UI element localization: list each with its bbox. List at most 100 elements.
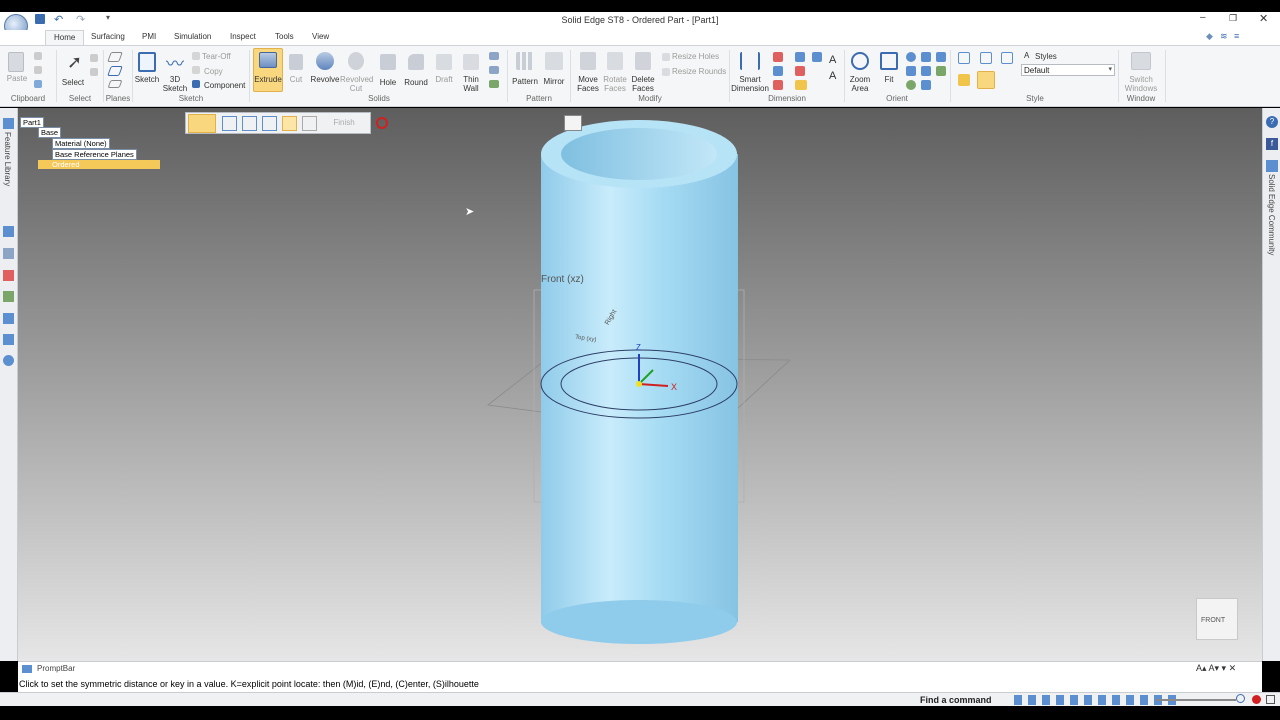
- tree-ordered-row[interactable]: Ordered: [38, 160, 160, 169]
- step-5-icon[interactable]: [302, 116, 317, 131]
- solids-extra1-icon[interactable]: [489, 52, 499, 60]
- round-icon[interactable]: [408, 54, 424, 70]
- tab-home[interactable]: Home: [45, 30, 85, 46]
- screen-icon[interactable]: [1266, 695, 1275, 704]
- shaded-edges-icon[interactable]: [977, 71, 995, 89]
- step-3-icon[interactable]: [262, 116, 277, 131]
- sketch3d-label-2[interactable]: Sketch: [161, 84, 189, 93]
- community-tab[interactable]: Solid Edge Community: [1267, 174, 1276, 255]
- zoom-slider[interactable]: [1156, 699, 1236, 701]
- revolved-cut-icon[interactable]: [348, 52, 364, 70]
- parts-icon[interactable]: [3, 270, 14, 281]
- tab-inspect[interactable]: Inspect: [230, 32, 256, 41]
- orient-tool-2-icon[interactable]: [906, 66, 916, 76]
- zoom-area-label-1[interactable]: Zoom: [847, 75, 873, 84]
- tree-base-row[interactable]: Base: [38, 127, 62, 138]
- view-style-1-icon[interactable]: [958, 52, 970, 64]
- step-4-icon[interactable]: [282, 116, 297, 131]
- switch-windows-label-1[interactable]: Switch: [1124, 75, 1158, 84]
- fit-icon[interactable]: [880, 52, 898, 70]
- sketch-3d-icon[interactable]: 〰: [166, 50, 184, 76]
- shaded-icon[interactable]: [958, 74, 970, 86]
- copy-icon[interactable]: [192, 66, 200, 74]
- cancel-icon[interactable]: [376, 117, 388, 129]
- diamond-icon[interactable]: ◆: [1206, 31, 1213, 42]
- orient-tool-1-icon[interactable]: [906, 52, 916, 62]
- cut-icon[interactable]: [289, 54, 303, 70]
- restore-icon[interactable]: ❐: [1229, 13, 1237, 24]
- dim-tool-5-icon[interactable]: [795, 66, 805, 76]
- pattern-label[interactable]: Pattern: [510, 77, 540, 86]
- delete-faces-icon[interactable]: [635, 52, 651, 70]
- move-faces-label-1[interactable]: Move: [575, 75, 601, 84]
- revolve-icon[interactable]: [316, 52, 334, 70]
- thin-wall-icon[interactable]: [463, 54, 479, 70]
- plane-offset-icon[interactable]: [107, 80, 123, 88]
- copy-small-icon[interactable]: [34, 66, 42, 74]
- community-icon[interactable]: [1266, 160, 1278, 172]
- smart-dim-label-1[interactable]: Smart: [735, 75, 765, 84]
- resize-rounds-icon[interactable]: [662, 68, 670, 76]
- dim-tool-6-icon[interactable]: [795, 80, 807, 90]
- mirror-icon[interactable]: [545, 52, 563, 70]
- thin-wall-label-2[interactable]: Wall: [458, 84, 484, 93]
- smart-dim-label-2[interactable]: Dimension: [731, 84, 769, 93]
- help-icons[interactable]: ◆ ≋ ≡: [1206, 30, 1246, 42]
- rotate-faces-icon[interactable]: [607, 52, 623, 70]
- select-option-icon[interactable]: [90, 54, 98, 62]
- tab-surfacing[interactable]: Surfacing: [91, 32, 125, 41]
- orient-tool-7-icon[interactable]: [936, 52, 946, 62]
- dim-tool-3-icon[interactable]: [773, 80, 783, 90]
- orient-tool-4-icon[interactable]: [921, 52, 931, 62]
- draft-icon[interactable]: [436, 54, 452, 70]
- paste-icon[interactable]: [8, 52, 24, 72]
- list-icon[interactable]: ≡: [1234, 31, 1239, 41]
- facebook-icon[interactable]: f: [1266, 138, 1278, 150]
- zoom-area-icon[interactable]: [851, 52, 869, 70]
- tree-material-row[interactable]: Material (None): [52, 138, 110, 149]
- graphics-window[interactable]: Front (xz) Right Top (xy) Z X ➤ FRONT: [18, 108, 1262, 661]
- resize-holes-icon[interactable]: [662, 53, 670, 61]
- feature-library-tab[interactable]: Feature Library: [3, 132, 12, 186]
- delete-faces-label-1[interactable]: Delete: [629, 75, 657, 84]
- view-cube[interactable]: FRONT: [1196, 598, 1238, 640]
- find-command-label[interactable]: Find a command: [920, 695, 992, 705]
- switch-windows-label-2[interactable]: Windows: [1120, 84, 1162, 93]
- tree-root[interactable]: Part1: [20, 117, 44, 128]
- orient-tool-5-icon[interactable]: [921, 66, 931, 76]
- dim-tool-1-icon[interactable]: [773, 52, 783, 62]
- step-1-icon[interactable]: [222, 116, 237, 131]
- fit-label[interactable]: Fit: [878, 75, 900, 84]
- view-style-2-icon[interactable]: [980, 52, 992, 64]
- minimize-icon[interactable]: –: [1200, 12, 1206, 23]
- resize-rounds-label[interactable]: Resize Rounds: [672, 67, 726, 76]
- delete-faces-label-2[interactable]: Faces: [629, 84, 657, 93]
- tab-view[interactable]: View: [312, 32, 329, 41]
- style-select[interactable]: Default ▾: [1021, 64, 1115, 76]
- hole-label[interactable]: Hole: [376, 78, 400, 87]
- tearoff-icon[interactable]: [192, 52, 200, 60]
- round-label[interactable]: Round: [402, 78, 430, 87]
- smart-dimension-icon[interactable]: [740, 52, 760, 70]
- solids-extra2-icon[interactable]: [489, 66, 499, 74]
- sketch-icon[interactable]: [138, 52, 156, 72]
- tree-ref-planes-row[interactable]: Base Reference Planes: [52, 149, 137, 160]
- tab-tools[interactable]: Tools: [275, 32, 294, 41]
- text-style2-icon[interactable]: A: [829, 70, 836, 82]
- text-style-icon[interactable]: A: [829, 54, 836, 66]
- tab-simulation[interactable]: Simulation: [174, 32, 211, 41]
- model-view[interactable]: [18, 108, 1262, 661]
- resize-holes-label[interactable]: Resize Holes: [672, 52, 719, 61]
- dim-tool-2-icon[interactable]: [773, 66, 783, 76]
- orient-tool-8-icon[interactable]: [936, 66, 946, 76]
- revolved-cut-label-1[interactable]: Revolved: [340, 75, 373, 84]
- extrude-step-icon[interactable]: [188, 114, 216, 133]
- mirror-label[interactable]: Mirror: [540, 77, 568, 86]
- solids-extra3-icon[interactable]: [489, 80, 499, 88]
- move-faces-label-2[interactable]: Faces: [573, 84, 603, 93]
- gear-icon[interactable]: [3, 355, 14, 366]
- sketch3d-label-1[interactable]: 3D: [163, 75, 187, 84]
- select-arrow-icon[interactable]: ➚: [67, 52, 82, 73]
- select-option2-icon[interactable]: [90, 68, 98, 76]
- rotate-faces-label-2[interactable]: Faces: [601, 84, 629, 93]
